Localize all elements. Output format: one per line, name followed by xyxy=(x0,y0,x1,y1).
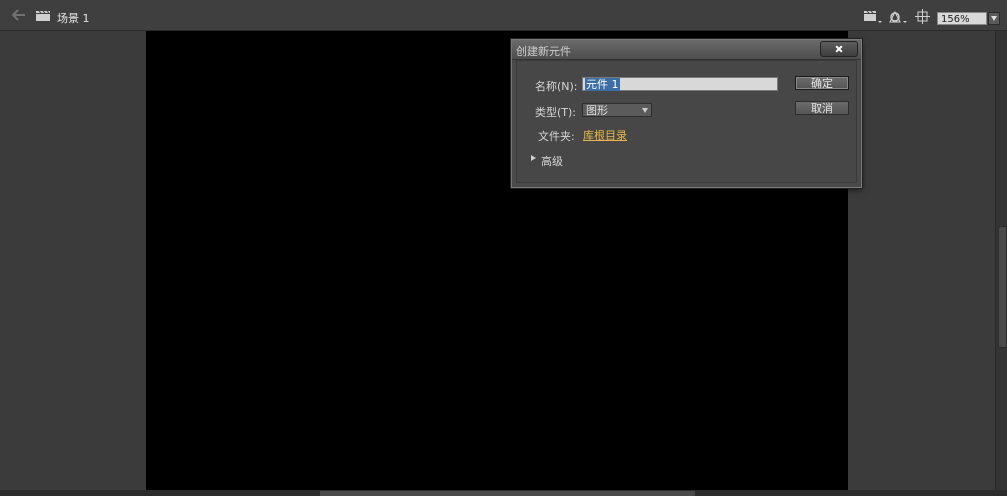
flash-editor-window: 场景 1 156% 创建新元件 名称(N): 元件 1 类型(T): 图形 文件… xyxy=(0,0,1007,496)
dialog-body: 名称(N): 元件 1 类型(T): 图形 文件夹: 库根目录 高级 确定 取消 xyxy=(516,60,857,183)
vertical-scroll-thumb[interactable] xyxy=(998,226,1007,348)
scene-clapper-icon xyxy=(36,11,50,21)
expand-triangle-icon[interactable] xyxy=(531,155,536,161)
dialog-title: 创建新元件 xyxy=(516,45,571,58)
horizontal-scrollbar[interactable] xyxy=(0,490,1007,496)
type-label: 类型(T): xyxy=(535,106,577,119)
folder-link[interactable]: 库根目录 xyxy=(583,127,627,143)
edit-scene-icon[interactable] xyxy=(862,8,884,24)
back-arrow-icon[interactable] xyxy=(12,9,26,21)
vertical-scrollbar[interactable] xyxy=(995,31,1007,490)
edit-bar: 场景 1 156% xyxy=(0,0,1007,31)
symbol-type-select[interactable]: 图形 xyxy=(582,103,652,117)
center-stage-icon[interactable] xyxy=(912,8,934,24)
zoom-input[interactable]: 156% xyxy=(937,12,987,25)
symbol-name-input[interactable]: 元件 1 xyxy=(582,77,778,91)
scene-label[interactable]: 场景 1 xyxy=(57,10,90,26)
edit-symbol-icon[interactable] xyxy=(887,8,909,24)
folder-label: 文件夹: xyxy=(538,130,575,143)
cancel-button[interactable]: 取消 xyxy=(795,101,849,115)
chevron-down-icon xyxy=(642,108,648,113)
advanced-toggle[interactable]: 高级 xyxy=(541,153,563,169)
zoom-dropdown-icon[interactable] xyxy=(988,12,1000,25)
create-symbol-dialog: 创建新元件 名称(N): 元件 1 类型(T): 图形 文件夹: 库根目录 高级… xyxy=(511,39,862,188)
symbol-name-value: 元件 1 xyxy=(585,78,620,91)
dialog-titlebar[interactable]: 创建新元件 xyxy=(512,40,861,60)
close-icon[interactable] xyxy=(820,41,858,57)
horizontal-scroll-thumb[interactable] xyxy=(320,491,695,496)
name-label: 名称(N): xyxy=(535,80,578,93)
ok-button[interactable]: 确定 xyxy=(795,76,849,90)
symbol-type-value: 图形 xyxy=(586,104,608,117)
